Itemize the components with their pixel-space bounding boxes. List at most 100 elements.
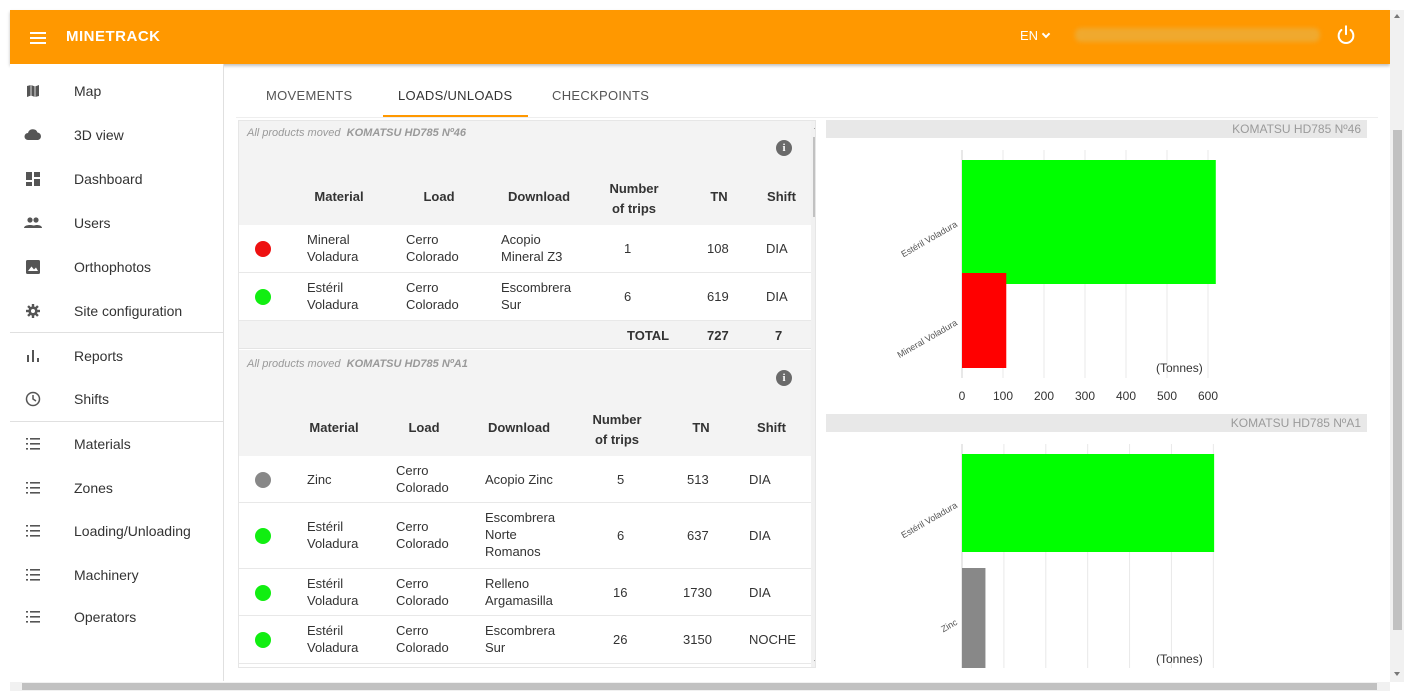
app-window: MINETRACK EN Map 3D view Dashboard Users… xyxy=(0,0,1411,691)
x-tick-label: 0 xyxy=(959,389,966,403)
section-title-prefix: All products moved xyxy=(247,127,341,139)
sidebar-item-3d-view[interactable]: 3D view xyxy=(10,113,224,157)
bar-mineral-voladura[interactable] xyxy=(962,273,1007,368)
users-icon xyxy=(24,214,42,232)
table-row[interactable]: Estéril Voladura Cerro Colorado Relleno … xyxy=(239,569,811,616)
bar-chart-icon xyxy=(24,347,42,365)
map-icon xyxy=(24,82,42,100)
image-icon xyxy=(24,258,42,276)
x-tick-label: 600 xyxy=(1198,389,1218,403)
total-label: TOTAL xyxy=(627,328,670,343)
dashboard-icon xyxy=(24,170,42,188)
cell-load: Cerro Colorado xyxy=(396,519,449,551)
x-tick-label: 100 xyxy=(993,389,1013,403)
bar-esteril-voladura[interactable] xyxy=(962,454,1215,552)
sidebar-item-loading-unloading[interactable]: Loading/Unloading xyxy=(10,509,224,553)
scrollbar-thumb[interactable] xyxy=(22,683,1377,690)
table-row[interactable]: Estéril Voladura Cerro Colorado Escombre… xyxy=(239,503,811,569)
column-header-tn: TN xyxy=(710,189,728,204)
page-horizontal-scrollbar[interactable] xyxy=(10,682,1390,691)
cell-trips: 6 xyxy=(624,289,632,304)
sidebar-item-label: Dashboard xyxy=(74,171,143,187)
sidebar-nav: Map 3D view Dashboard Users Orthophotos … xyxy=(10,64,224,681)
cell-tn: 108 xyxy=(707,241,729,256)
cell-trips: 6 xyxy=(617,528,625,543)
cell-shift: DIA xyxy=(766,241,788,256)
cell-load: Cerro Colorado xyxy=(396,463,449,495)
column-header-download: Download xyxy=(487,420,551,435)
bar-esteril-voladura[interactable] xyxy=(962,160,1216,284)
table-row[interactable]: Mineral Voladura Cerro Colorado Acopio M… xyxy=(239,225,811,273)
info-icon[interactable]: i xyxy=(776,140,792,156)
section-machine-name: KOMATSU HD785 NºA1 xyxy=(346,358,468,370)
clock-icon xyxy=(24,390,42,408)
cell-load: Cerro Colorado xyxy=(396,623,449,655)
scroll-down-arrow-icon[interactable] xyxy=(1394,672,1400,676)
scroll-down-arrow-icon[interactable] xyxy=(814,660,815,664)
power-icon[interactable] xyxy=(1335,24,1357,46)
x-tick-label: 400 xyxy=(1116,389,1136,403)
gear-icon xyxy=(24,302,42,320)
sidebar-item-dashboard[interactable]: Dashboard xyxy=(10,157,224,201)
sidebar-item-label: Orthophotos xyxy=(74,259,152,275)
sidebar-item-shifts[interactable]: Shifts xyxy=(10,377,224,421)
cell-material: Estéril Voladura xyxy=(307,519,359,551)
material-color-dot xyxy=(255,472,271,488)
section-title-prefix: All products moved xyxy=(247,358,341,370)
category-label: Mineral Voladura xyxy=(896,318,959,360)
sidebar-item-operators[interactable]: Operators xyxy=(10,595,224,639)
table-row[interactable]: Zinc Cerro Colorado Acopio Zinc 5 513 DI… xyxy=(239,456,811,503)
scrollbar-thumb[interactable] xyxy=(813,137,815,217)
user-email-redacted xyxy=(1075,28,1320,42)
sidebar-item-machinery[interactable]: Machinery xyxy=(10,553,224,597)
column-header-download: Download xyxy=(507,189,571,204)
sidebar-item-label: Map xyxy=(74,83,102,99)
cell-material: Estéril Voladura xyxy=(307,280,359,312)
sidebar-item-site-configuration[interactable]: Site configuration xyxy=(10,289,224,333)
section-title: All products moved KOMATSU HD785 Nº46 xyxy=(247,127,466,139)
scroll-up-arrow-icon[interactable] xyxy=(1394,14,1400,18)
bar-zinc[interactable] xyxy=(962,568,986,668)
top-app-bar: MINETRACK EN xyxy=(10,10,1390,64)
language-selector[interactable]: EN xyxy=(1020,28,1051,43)
sidebar-divider xyxy=(10,332,224,333)
cell-shift: NOCHE xyxy=(749,632,796,647)
sidebar-item-orthophotos[interactable]: Orthophotos xyxy=(10,245,224,289)
tab-loads-unloads[interactable]: LOADS/UNLOADS xyxy=(398,88,512,103)
menu-icon[interactable] xyxy=(30,26,50,48)
scrollbar-thumb[interactable] xyxy=(1393,130,1402,630)
info-icon[interactable]: i xyxy=(776,370,792,386)
tab-checkpoints[interactable]: CHECKPOINTS xyxy=(552,88,649,103)
tables-scrollbar[interactable] xyxy=(811,121,815,667)
cell-trips: 5 xyxy=(617,472,625,487)
category-label: Zinc xyxy=(939,617,959,634)
cell-tn: 637 xyxy=(687,528,709,543)
chart-title: KOMATSU HD785 Nº46 xyxy=(1232,122,1361,136)
sidebar-item-zones[interactable]: Zones xyxy=(10,466,224,510)
bar-chart-2: Estéril Voladura Zinc (Tonnes) xyxy=(899,444,1215,668)
sidebar-item-label: Site configuration xyxy=(74,303,183,319)
table-row[interactable]: Estéril Voladura Cerro Colorado Escombre… xyxy=(239,616,811,664)
list-icon xyxy=(24,566,42,584)
cell-shift: DIA xyxy=(766,289,788,304)
list-icon xyxy=(24,522,42,540)
page-vertical-scrollbar[interactable] xyxy=(1390,10,1404,682)
cell-trips: 26 xyxy=(613,632,628,647)
chevron-down-icon xyxy=(1041,29,1051,39)
sidebar-item-map[interactable]: Map xyxy=(10,69,224,113)
active-tab-indicator xyxy=(383,115,528,117)
list-icon xyxy=(24,479,42,497)
tab-movements[interactable]: MOVEMENTS xyxy=(266,88,352,103)
sidebar-item-users[interactable]: Users xyxy=(10,201,224,245)
sidebar-item-materials[interactable]: Materials xyxy=(10,422,224,466)
material-color-dot xyxy=(255,289,271,305)
material-color-dot xyxy=(255,528,271,544)
main-content: MOVEMENTS LOADS/UNLOADS CHECKPOINTS All … xyxy=(236,72,1378,677)
sidebar-item-reports[interactable]: Reports xyxy=(10,334,224,378)
table-row[interactable]: Estéril Voladura Cerro Colorado Escombre… xyxy=(239,273,811,321)
material-color-dot xyxy=(255,241,271,257)
cell-load: Cerro Colorado xyxy=(396,576,449,608)
cell-tn: 513 xyxy=(687,472,709,487)
scroll-up-arrow-icon[interactable] xyxy=(814,125,815,129)
column-header-material: Material xyxy=(309,420,359,435)
